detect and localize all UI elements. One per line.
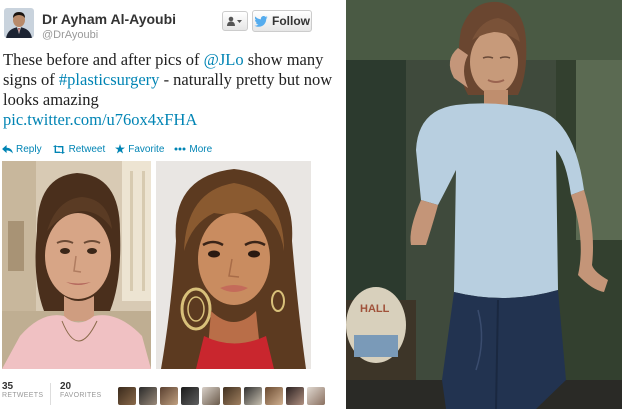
favoriter-avatars <box>118 387 325 405</box>
favoriter-avatar[interactable] <box>307 387 325 405</box>
favorites-label: FAVORITES <box>60 392 102 399</box>
favorite-label: Favorite <box>128 143 165 155</box>
mention-link[interactable]: @JLo <box>204 50 244 69</box>
before-photo[interactable] <box>2 161 151 369</box>
stats-divider <box>50 383 51 405</box>
follow-label: Follow <box>272 14 310 28</box>
favorites-count: 20 <box>60 381 72 392</box>
retweet-label: Retweet <box>68 143 106 155</box>
more-button[interactable]: More <box>174 142 212 156</box>
author-handle[interactable]: @DrAyoubi <box>42 29 98 41</box>
follow-button[interactable]: Follow <box>252 10 312 32</box>
retweet-icon <box>52 144 65 154</box>
author-avatar[interactable] <box>4 8 34 38</box>
favoriter-avatar[interactable] <box>265 387 283 405</box>
retweets-stat[interactable]: 35 RETWEETS <box>2 381 43 399</box>
retweets-label: RETWEETS <box>2 392 44 399</box>
tweet-actions: Reply Retweet Favorite More <box>2 142 212 156</box>
favoriter-avatar[interactable] <box>244 387 262 405</box>
more-label: More <box>189 143 213 155</box>
photo-link[interactable]: pic.twitter.com/u76ox4xFHA <box>3 110 197 129</box>
favoriter-avatar[interactable] <box>139 387 157 405</box>
favoriter-avatar[interactable] <box>160 387 178 405</box>
favorites-stat[interactable]: 20 FAVORITES <box>60 381 101 399</box>
author-name[interactable]: Dr Ayham Al-Ayoubi <box>42 11 176 27</box>
after-photo[interactable] <box>156 161 311 369</box>
retweets-count: 35 <box>2 381 14 392</box>
favoriter-avatar[interactable] <box>181 387 199 405</box>
hashtag-link[interactable]: #plasticsurgery <box>59 70 160 89</box>
reply-button[interactable]: Reply <box>2 142 42 156</box>
tweet-text-part-1: These before and after pics of <box>3 50 204 69</box>
twitter-bird-icon <box>254 15 268 27</box>
svg-text:HALL: HALL <box>360 303 390 315</box>
favoriter-avatar[interactable] <box>118 387 136 405</box>
favoriter-avatar[interactable] <box>202 387 220 405</box>
reply-label: Reply <box>16 143 42 155</box>
tweet-card: Dr Ayham Al-Ayoubi @DrAyoubi Follow Thes… <box>0 0 344 409</box>
tweet-text: These before and after pics of @JLo show… <box>3 50 337 130</box>
retweet-button[interactable]: Retweet <box>52 142 106 156</box>
favoriter-avatar[interactable] <box>223 387 241 405</box>
more-dots-icon <box>174 147 186 151</box>
favorite-button[interactable]: Favorite <box>115 142 164 156</box>
user-actions-dropdown[interactable] <box>222 11 248 31</box>
reply-icon <box>2 144 13 154</box>
side-photo: HALL <box>346 0 622 409</box>
star-icon <box>115 144 126 154</box>
user-menu-icon <box>227 16 242 26</box>
favoriter-avatar[interactable] <box>286 387 304 405</box>
